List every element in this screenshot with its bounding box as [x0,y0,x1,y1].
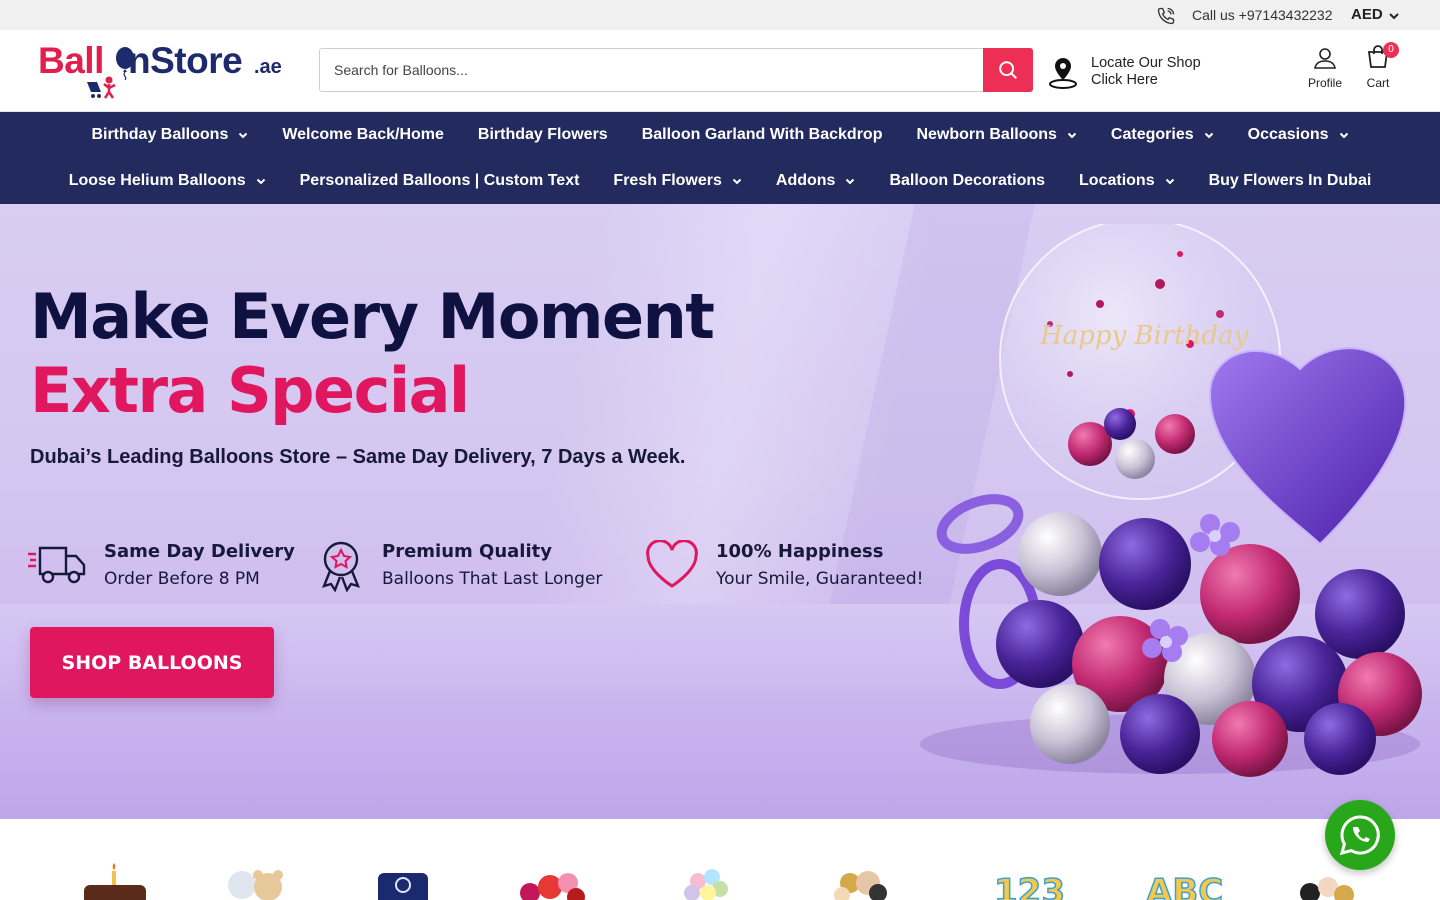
nav-item-label: Personalized Balloons | Custom Text [299,172,580,189]
feature-title: 100% Happiness [716,541,884,562]
feature-same-day-delivery: Same Day Delivery Order Before 8 PM [26,538,306,598]
nav-item-locations[interactable]: Locations [1062,172,1192,190]
nav-item-label: Loose Helium Balloons [68,172,246,189]
nav-item-loose-helium-balloons[interactable]: Loose Helium Balloons [52,172,283,190]
hero-banner: Make Every Moment Extra Special Dubai’s … [0,204,1440,819]
nav-item-buy-flowers-in-dubai[interactable]: Buy Flowers In Dubai [1192,172,1389,190]
hero-tagline: Dubai’s Leading Balloons Store – Same Da… [30,446,686,468]
delivery-truck-icon [28,546,86,584]
nav-item-label: Birthday Balloons [91,126,229,143]
logo-text-store: nStore [128,40,243,81]
site-logo[interactable]: Ball nStore .ae [38,38,283,100]
nav-item-label: Locations [1079,172,1155,189]
nav-item-label: Newborn Balloons [916,126,1057,143]
nav-row-secondary: Loose Helium Balloons Personalized Balloo… [0,158,1440,204]
nav-item-newborn-balloons[interactable]: Newborn Balloons [899,126,1093,144]
nav-item-label: Welcome Back/Home [282,126,444,143]
nav-item-label: Birthday Flowers [477,126,608,143]
chevron-down-icon [239,132,248,139]
nav-item-label: Balloon Garland With Backdrop [641,126,883,143]
phone-icon [1157,7,1175,25]
whatsapp-icon [1339,815,1380,856]
cart-label: Cart [1366,76,1390,90]
feature-premium-quality: Premium Quality Balloons That Last Longe… [318,538,618,598]
cart-count-badge: 0 [1383,42,1399,58]
nav-item-label: Categories [1110,126,1194,143]
logo-text-ae: .ae [254,56,282,78]
award-ribbon-icon [321,541,361,592]
nav-item-birthday-flowers[interactable]: Birthday Flowers [461,126,625,144]
search-icon [999,61,1017,79]
whatsapp-chat-button[interactable] [1325,800,1395,870]
feature-title: Same Day Delivery [104,541,295,562]
letter-balloons-category-image[interactable]: ABC [1142,863,1222,900]
hero-headline: Make Every Moment Extra Special [30,280,715,428]
chevron-down-icon [1339,132,1348,139]
nav-item-label: Fresh Flowers [613,172,722,189]
balloon-arrangement-image: Happy Birthday [920,224,1422,777]
nav-item-label: Addons [775,172,836,189]
pastel-balloons-category-image[interactable] [668,863,748,900]
nav-item-occasions[interactable]: Occasions [1231,126,1366,144]
site-header: Ball nStore .ae Locate Our Shop Click He… [0,30,1440,112]
nav-item-label: Balloon Decorations [889,172,1046,189]
chevron-down-icon [1165,178,1174,185]
nav-item-categories[interactable]: Categories [1094,126,1231,144]
user-icon [1314,48,1336,69]
nav-row-primary: Birthday Balloons Welcome Back/Home Birthd… [0,112,1440,158]
currency-selector[interactable]: AED [1351,6,1383,23]
number-balloons-category-image[interactable]: 123 [988,863,1068,900]
locate-shop-subtitle: Click Here [1091,72,1158,88]
top-bar: Call us +97143432232 AED [0,0,1440,30]
search-button[interactable] [983,48,1033,92]
nav-item-balloon-decorations[interactable]: Balloon Decorations [872,172,1062,190]
shop-balloons-button[interactable]: SHOP BALLOONS [30,627,274,698]
nav-item-welcome-back-home[interactable]: Welcome Back/Home [265,126,461,144]
feature-subtitle: Balloons That Last Longer [382,569,603,589]
bubble-text: Happy Birthday [1039,321,1249,351]
search-input[interactable] [320,49,984,91]
balloon-bouquet-category-image[interactable] [510,863,590,900]
svg-text:ABC: ABC [1146,872,1222,900]
profile-label: Profile [1307,76,1342,90]
chevron-down-icon [732,178,742,185]
feature-subtitle: Your Smile, Guaranteed! [716,569,924,589]
chevron-down-icon [1067,132,1077,139]
nav-item-fresh-flowers[interactable]: Fresh Flowers [596,172,758,190]
map-pin-icon [1049,58,1077,89]
nav-item-label: Occasions [1247,126,1329,143]
hero-headline-line2: Extra Special [30,354,470,427]
locate-shop-link[interactable]: Locate Our Shop Click Here [1048,54,1218,94]
heart-icon [646,540,698,588]
chevron-down-icon[interactable] [1388,10,1400,22]
category-strip: 123 ABC [0,819,1440,900]
chevron-down-icon [256,178,265,185]
nav-item-label: Buy Flowers In Dubai [1208,172,1372,189]
gold-balloons-category-image[interactable] [820,863,900,900]
cart-button[interactable]: 0 Cart [1358,42,1399,96]
call-us-text[interactable]: Call us +97143432232 [1192,7,1333,23]
main-navigation: Birthday Balloons Welcome Back/Home Birthd… [0,112,1440,204]
cake-category-image[interactable] [78,863,158,900]
locate-shop-title: Locate Our Shop [1091,55,1201,71]
nav-item-personalized-balloons-custom-text[interactable]: Personalized Balloons | Custom Text [283,172,597,190]
feature-subtitle: Order Before 8 PM [104,569,260,589]
chevron-down-icon [1204,132,1213,139]
search-bar [319,48,1033,92]
chevron-down-icon [846,178,855,185]
feature-happiness: 100% Happiness Your Smile, Guaranteed! [644,538,944,598]
feature-title: Premium Quality [382,541,552,562]
svg-text:123: 123 [994,872,1065,900]
nav-item-balloon-garland-with-backdrop[interactable]: Balloon Garland With Backdrop [625,126,900,144]
teddy-bear-category-image[interactable] [212,863,292,900]
nav-item-birthday-balloons[interactable]: Birthday Balloons [74,126,265,144]
hero-headline-line1: Make Every Moment [30,280,715,353]
ring-box-category-image[interactable] [362,863,442,900]
profile-button[interactable]: Profile [1304,46,1346,96]
nav-item-addons[interactable]: Addons [759,172,873,190]
